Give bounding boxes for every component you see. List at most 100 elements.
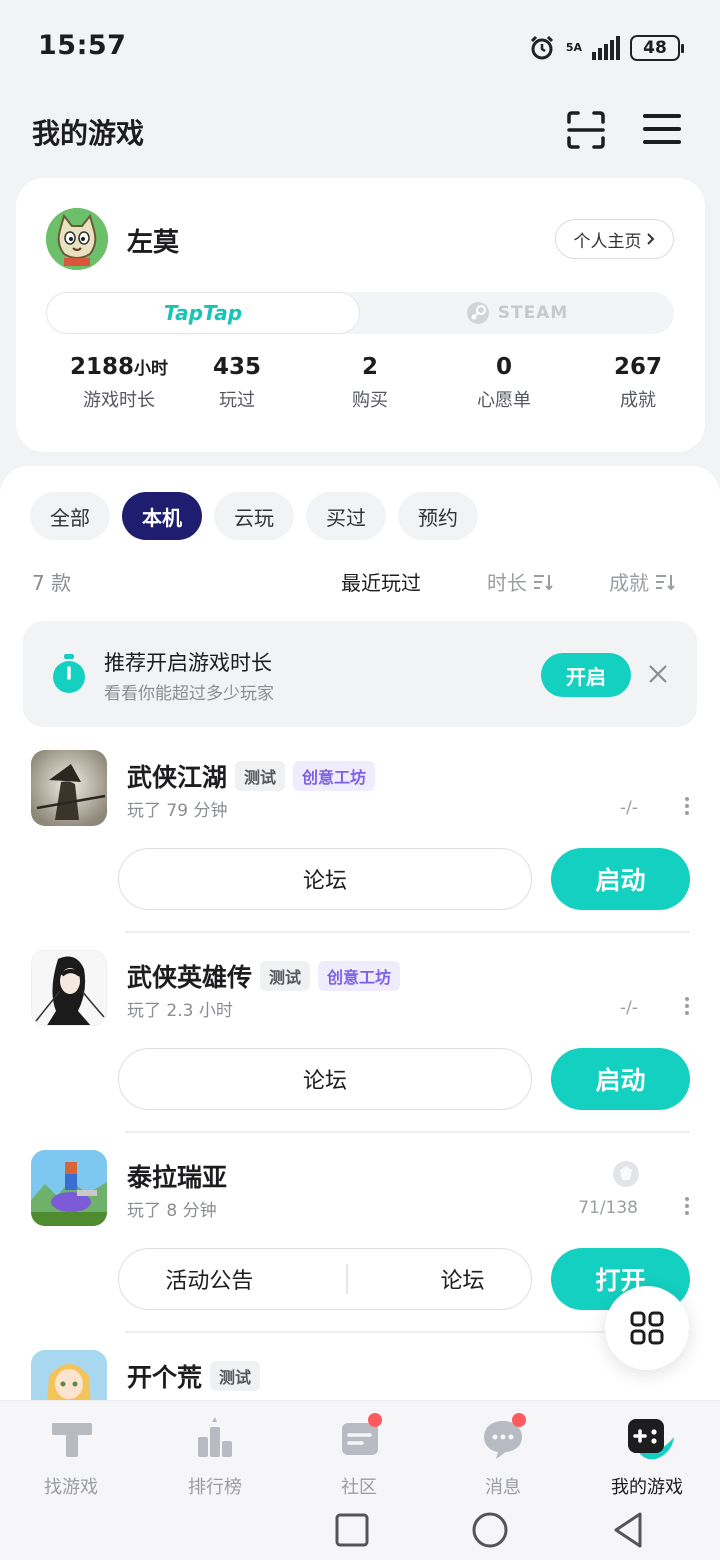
- game-playtime: 玩了 79 分钟: [127, 801, 228, 821]
- nav-community[interactable]: 社区: [304, 1413, 414, 1499]
- tip-subtitle: 看看你能超过多少玩家: [104, 684, 274, 704]
- scan-icon[interactable]: [566, 110, 606, 150]
- more-vertical-icon[interactable]: [684, 1196, 690, 1216]
- game-title: 开个荒 测试: [127, 1358, 261, 1394]
- stats-row: 2188小时 游戏时长 435 玩过 2 购买 0 心愿单 267 成就: [16, 354, 705, 424]
- status-bar: 15:57 5A 48: [0, 0, 720, 96]
- game-title: 泰拉瑞亚: [127, 1158, 227, 1194]
- tag-test: 测试: [260, 961, 311, 991]
- game-title: 武侠江湖 测试 创意工坊: [127, 758, 376, 794]
- game-actions: 论坛 启动: [118, 1048, 690, 1110]
- nav-find-games[interactable]: 找游戏: [16, 1415, 126, 1499]
- sort-achievement-label: 成就: [609, 571, 649, 595]
- page-header: 我的游戏: [0, 96, 720, 168]
- game-achievements: 71/138: [578, 1198, 638, 1218]
- game-achievements: -/-: [620, 998, 638, 1018]
- stat-label: 心愿单: [477, 390, 531, 411]
- stat-label: 成就: [620, 390, 656, 411]
- games-panel: 全部 本机 云玩 买过 预约 7 款 最近玩过 时长 成就 推荐开启游戏时长 看…: [0, 466, 720, 1406]
- more-vertical-icon[interactable]: [684, 996, 690, 1016]
- stat-achievements[interactable]: 267 成就: [568, 354, 708, 412]
- stat-played[interactable]: 435 玩过: [167, 354, 307, 412]
- announcement-button[interactable]: 活动公告: [165, 1263, 253, 1295]
- avatar[interactable]: [46, 208, 108, 270]
- home-icon[interactable]: [471, 1511, 509, 1549]
- game-playtime: 玩了 8 分钟: [127, 1201, 217, 1221]
- game-actions: 活动公告 论坛 打开: [118, 1248, 690, 1310]
- game-achievements: -/-: [620, 798, 638, 818]
- game-playtime: 玩了 2.3 小时: [127, 1001, 233, 1021]
- button-divider: [346, 1264, 348, 1294]
- homepage-button[interactable]: 个人主页: [555, 219, 674, 259]
- menu-icon[interactable]: [643, 112, 681, 146]
- network-type: 5A: [565, 41, 582, 54]
- sort-duration[interactable]: 时长: [487, 567, 553, 596]
- chip-all[interactable]: 全部: [30, 492, 110, 540]
- game-item[interactable]: 开个荒 测试: [0, 1348, 720, 1400]
- split-button: 活动公告 论坛: [118, 1248, 532, 1310]
- avatar-cat-image: [46, 208, 108, 270]
- chip-purchased[interactable]: 买过: [306, 492, 386, 540]
- nav-label: 消息: [485, 1477, 521, 1498]
- stat-purchased[interactable]: 2 购买: [300, 354, 440, 412]
- stat-value: 0: [495, 354, 512, 380]
- game-title: 武侠英雄传 测试 创意工坊: [127, 958, 401, 994]
- username: 左莫: [127, 228, 180, 258]
- game-name: 武侠江湖: [127, 763, 228, 792]
- game-count: 7 款: [32, 571, 72, 595]
- sort-achievement[interactable]: 成就: [609, 567, 675, 596]
- forum-button[interactable]: 论坛: [441, 1263, 485, 1295]
- forum-button[interactable]: 论坛: [118, 1048, 532, 1110]
- notification-badge: [512, 1413, 526, 1427]
- more-vertical-icon[interactable]: [684, 796, 690, 816]
- page-title: 我的游戏: [32, 117, 145, 150]
- tag-workshop: 创意工坊: [318, 961, 401, 991]
- nav-ranking[interactable]: 排行榜: [160, 1415, 270, 1499]
- game-icon-wuxia-jianghu[interactable]: [31, 750, 107, 826]
- close-icon[interactable]: [647, 663, 669, 685]
- system-navigation: [0, 1500, 720, 1560]
- chip-cloud[interactable]: 云玩: [214, 492, 294, 540]
- stat-wishlist[interactable]: 0 心愿单: [434, 354, 574, 412]
- platform-steam-tab[interactable]: STEAM: [360, 292, 674, 334]
- status-time: 15:57: [38, 30, 127, 61]
- game-icon-terraria[interactable]: [31, 1150, 107, 1226]
- chevron-right-icon: [646, 233, 654, 245]
- game-item[interactable]: 武侠英雄传 测试 创意工坊 玩了 2.3 小时 -/- 论坛 启动: [0, 948, 720, 1148]
- nav-messages[interactable]: 消息: [448, 1413, 558, 1499]
- tag-test: 测试: [210, 1361, 261, 1391]
- forum-label: 论坛: [302, 1069, 347, 1094]
- stat-label: 购买: [352, 390, 388, 411]
- recents-icon[interactable]: [334, 1512, 370, 1548]
- app-grid-button[interactable]: [605, 1286, 689, 1370]
- enable-playtime-button[interactable]: 开启: [541, 653, 631, 697]
- platform-taptap-tab[interactable]: TapTap: [46, 292, 360, 334]
- profile-card: 左莫 个人主页 TapTap STEAM 2188小时 游戏时长 435 玩过 …: [16, 178, 705, 452]
- forum-button[interactable]: 论坛: [118, 848, 532, 910]
- forum-label: 论坛: [302, 869, 347, 894]
- game-name: 泰拉瑞亚: [127, 1163, 228, 1192]
- my-games-icon: [628, 1419, 674, 1460]
- playtime-tip-banner: 推荐开启游戏时长 看看你能超过多少玩家 开启: [23, 621, 697, 727]
- back-icon[interactable]: [610, 1510, 646, 1550]
- game-name: 武侠英雄传: [127, 963, 253, 992]
- nav-my-games[interactable]: 我的游戏: [592, 1415, 702, 1499]
- platform-toggle: TapTap STEAM: [46, 292, 674, 334]
- sort-recent[interactable]: 最近玩过: [341, 567, 421, 596]
- nav-label: 社区: [341, 1477, 377, 1498]
- game-icon-kaigehuang[interactable]: [31, 1350, 107, 1400]
- tip-title: 推荐开启游戏时长: [104, 651, 272, 675]
- launch-button[interactable]: 启动: [551, 848, 690, 910]
- tag-test: 测试: [235, 761, 286, 791]
- chip-reserved[interactable]: 预约: [398, 492, 478, 540]
- game-actions: 论坛 启动: [118, 848, 690, 910]
- game-name: 开个荒: [127, 1363, 203, 1392]
- tag-workshop: 创意工坊: [293, 761, 376, 791]
- sort-icon: [534, 574, 553, 590]
- chip-local[interactable]: 本机: [122, 492, 202, 540]
- game-icon-wuxia-hero[interactable]: [31, 950, 107, 1026]
- launch-button[interactable]: 启动: [551, 1048, 690, 1110]
- stat-value: 267: [613, 354, 662, 380]
- sort-duration-label: 时长: [487, 571, 527, 595]
- game-item[interactable]: 武侠江湖 测试 创意工坊 玩了 79 分钟 -/- 论坛 启动: [0, 748, 720, 948]
